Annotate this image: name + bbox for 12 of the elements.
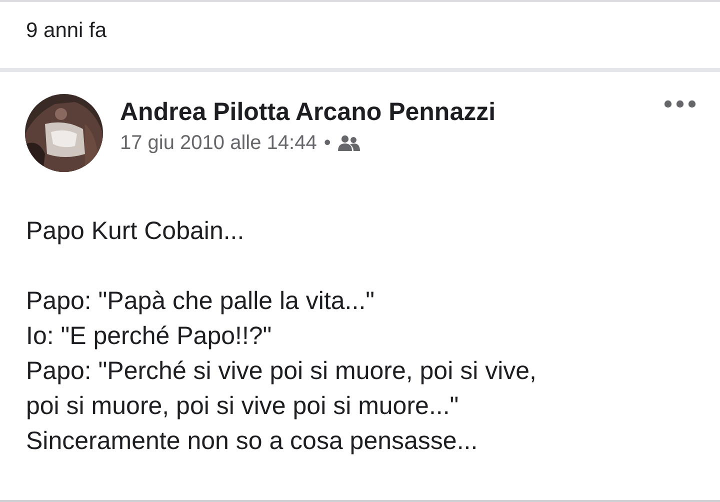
friends-icon [338,135,360,152]
post-text-line: Papo: "Perché si vive poi si muore, poi si vive, [26,356,538,387]
author-name[interactable]: Andrea Pilotta Arcano Pennazzi [120,97,664,127]
post-text-line: Papo: "Papà che palle la vita..." [26,286,376,317]
post-timestamp[interactable]: 17 giu 2010 alle 14:44 [120,132,317,155]
separator: • [324,132,331,155]
post-text-line: poi si muore, poi si vive poi si muore..." [26,391,460,422]
post-text-line: Sinceramente non so a cosa pensasse... [26,426,479,457]
more-icon[interactable] [664,100,696,108]
memory-date: 9 anni fa [26,19,107,42]
post-text-line: Papo Kurt Cobain... [26,216,246,247]
post-text-line: Io: "E perché Papo!!?" [26,321,273,352]
